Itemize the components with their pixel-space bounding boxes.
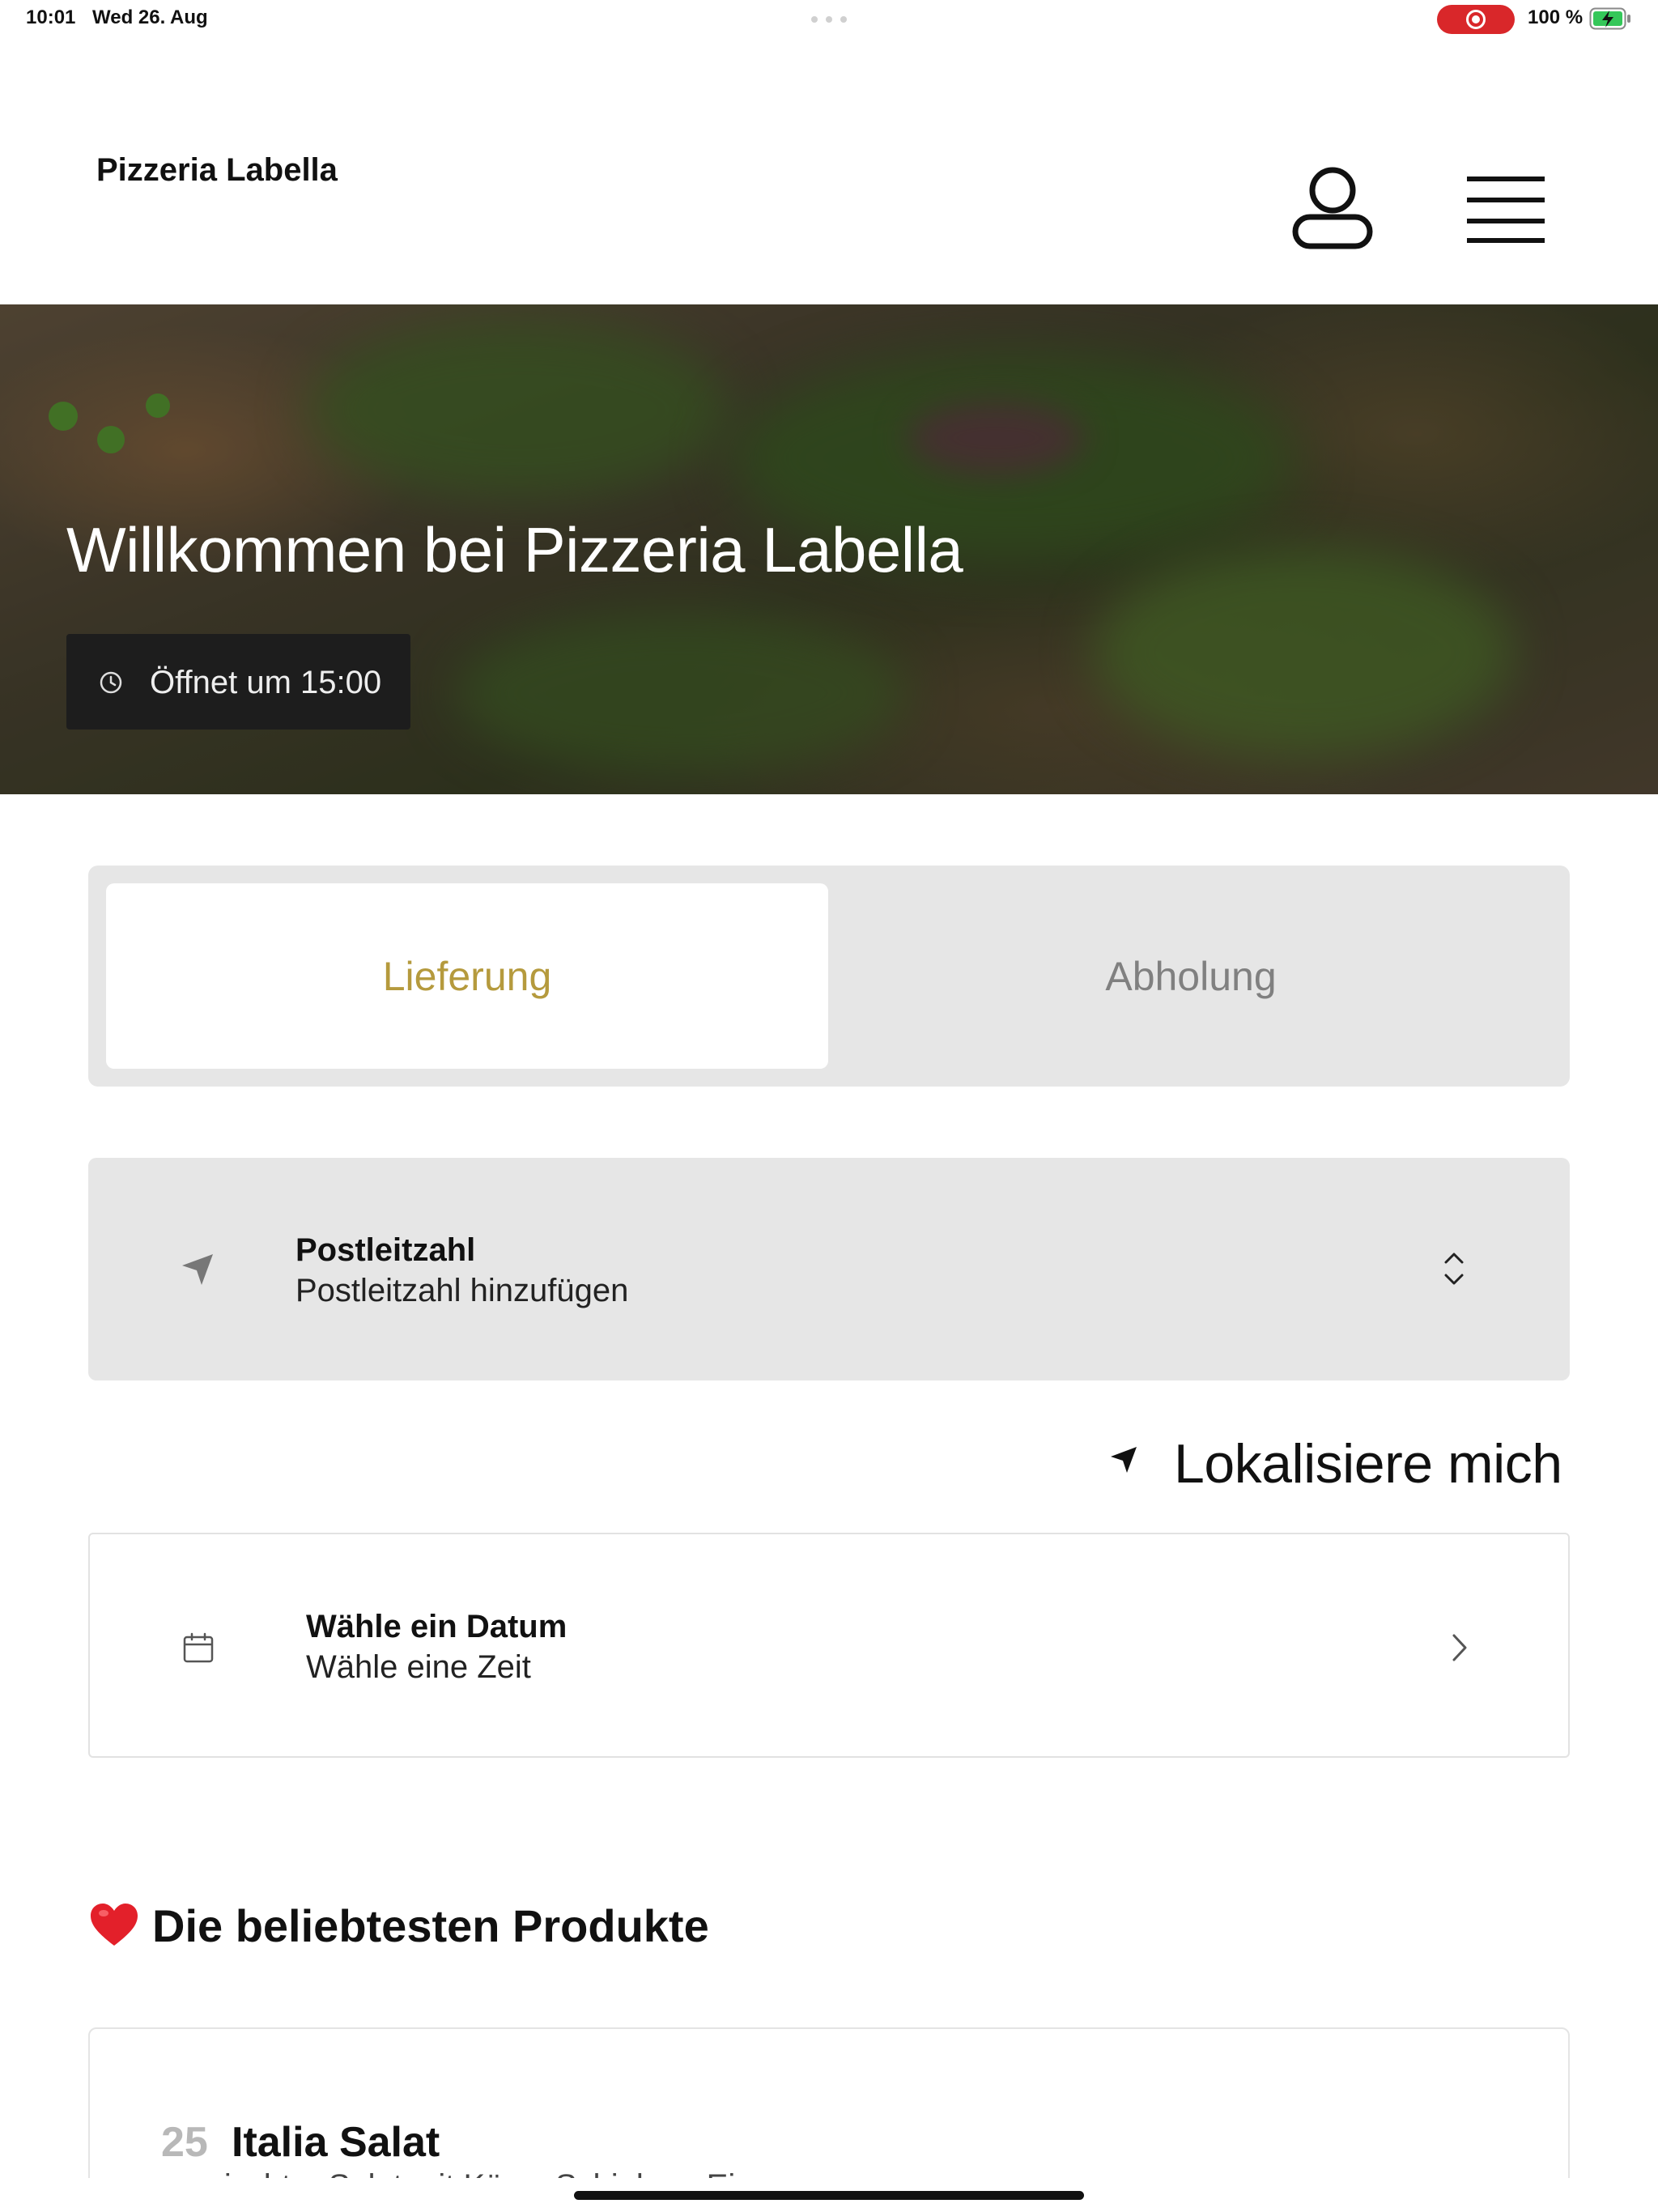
- time-label: Wähle eine Zeit: [306, 1649, 531, 1685]
- brand-title[interactable]: Pizzeria Labella: [96, 152, 338, 189]
- calendar-icon: [183, 1632, 214, 1663]
- status-time: 10:01: [26, 6, 76, 28]
- postal-code-placeholder: Postleitzahl hinzufügen: [295, 1273, 629, 1308]
- postal-code-label: Postleitzahl: [295, 1232, 476, 1268]
- user-outline-icon[interactable]: [1292, 164, 1373, 253]
- opening-hours-badge: Öffnet um 15:00: [66, 634, 410, 730]
- battery-charging-icon: [1589, 7, 1630, 30]
- chevron-right-icon: [1452, 1634, 1467, 1661]
- tab-delivery[interactable]: Lieferung: [106, 883, 828, 1069]
- chevron-up-down-icon: [1444, 1253, 1464, 1285]
- screen-recording-icon[interactable]: [1437, 5, 1515, 34]
- battery-percent: 100 %: [1528, 6, 1584, 28]
- clock-icon: [100, 671, 122, 694]
- red-heart-icon: [91, 1904, 138, 1946]
- product-number: 25: [161, 2119, 208, 2166]
- status-date: Wed 26. Aug: [92, 6, 208, 28]
- home-indicator[interactable]: [574, 2191, 1084, 2200]
- app-header: Pizzeria Labella: [0, 39, 1658, 304]
- date-time-picker[interactable]: Wähle ein Datum Wähle eine Zeit: [88, 1533, 1570, 1758]
- opening-hours-text: Öffnet um 15:00: [150, 665, 382, 700]
- status-bar: 10:01 Wed 26. Aug 100 %: [0, 0, 1658, 39]
- location-arrow-icon: [1111, 1447, 1137, 1473]
- location-arrow-icon: [182, 1254, 213, 1285]
- postal-code-selector[interactable]: Postleitzahl Postleitzahl hinzufügen: [88, 1158, 1570, 1380]
- popular-products-heading: Die beliebtesten Produkte: [89, 1897, 709, 1954]
- order-mode-segmented-control: Lieferung Abholung: [88, 866, 1570, 1087]
- locate-me-label: Lokalisiere mich: [1174, 1433, 1562, 1495]
- product-name: Italia Salat: [232, 2119, 440, 2166]
- locate-me-button[interactable]: Lokalisiere mich: [1107, 1427, 1569, 1495]
- multitasking-dots-icon[interactable]: [811, 16, 847, 23]
- hero-banner: Willkommen bei Pizzeria Labella Öffnet u…: [0, 304, 1658, 794]
- hero-title: Willkommen bei Pizzeria Labella: [66, 514, 963, 585]
- hamburger-menu-icon[interactable]: [1465, 175, 1546, 243]
- tab-pickup[interactable]: Abholung: [830, 883, 1552, 1069]
- date-label: Wähle ein Datum: [306, 1609, 568, 1644]
- popular-products-title: Die beliebtesten Produkte: [152, 1899, 709, 1951]
